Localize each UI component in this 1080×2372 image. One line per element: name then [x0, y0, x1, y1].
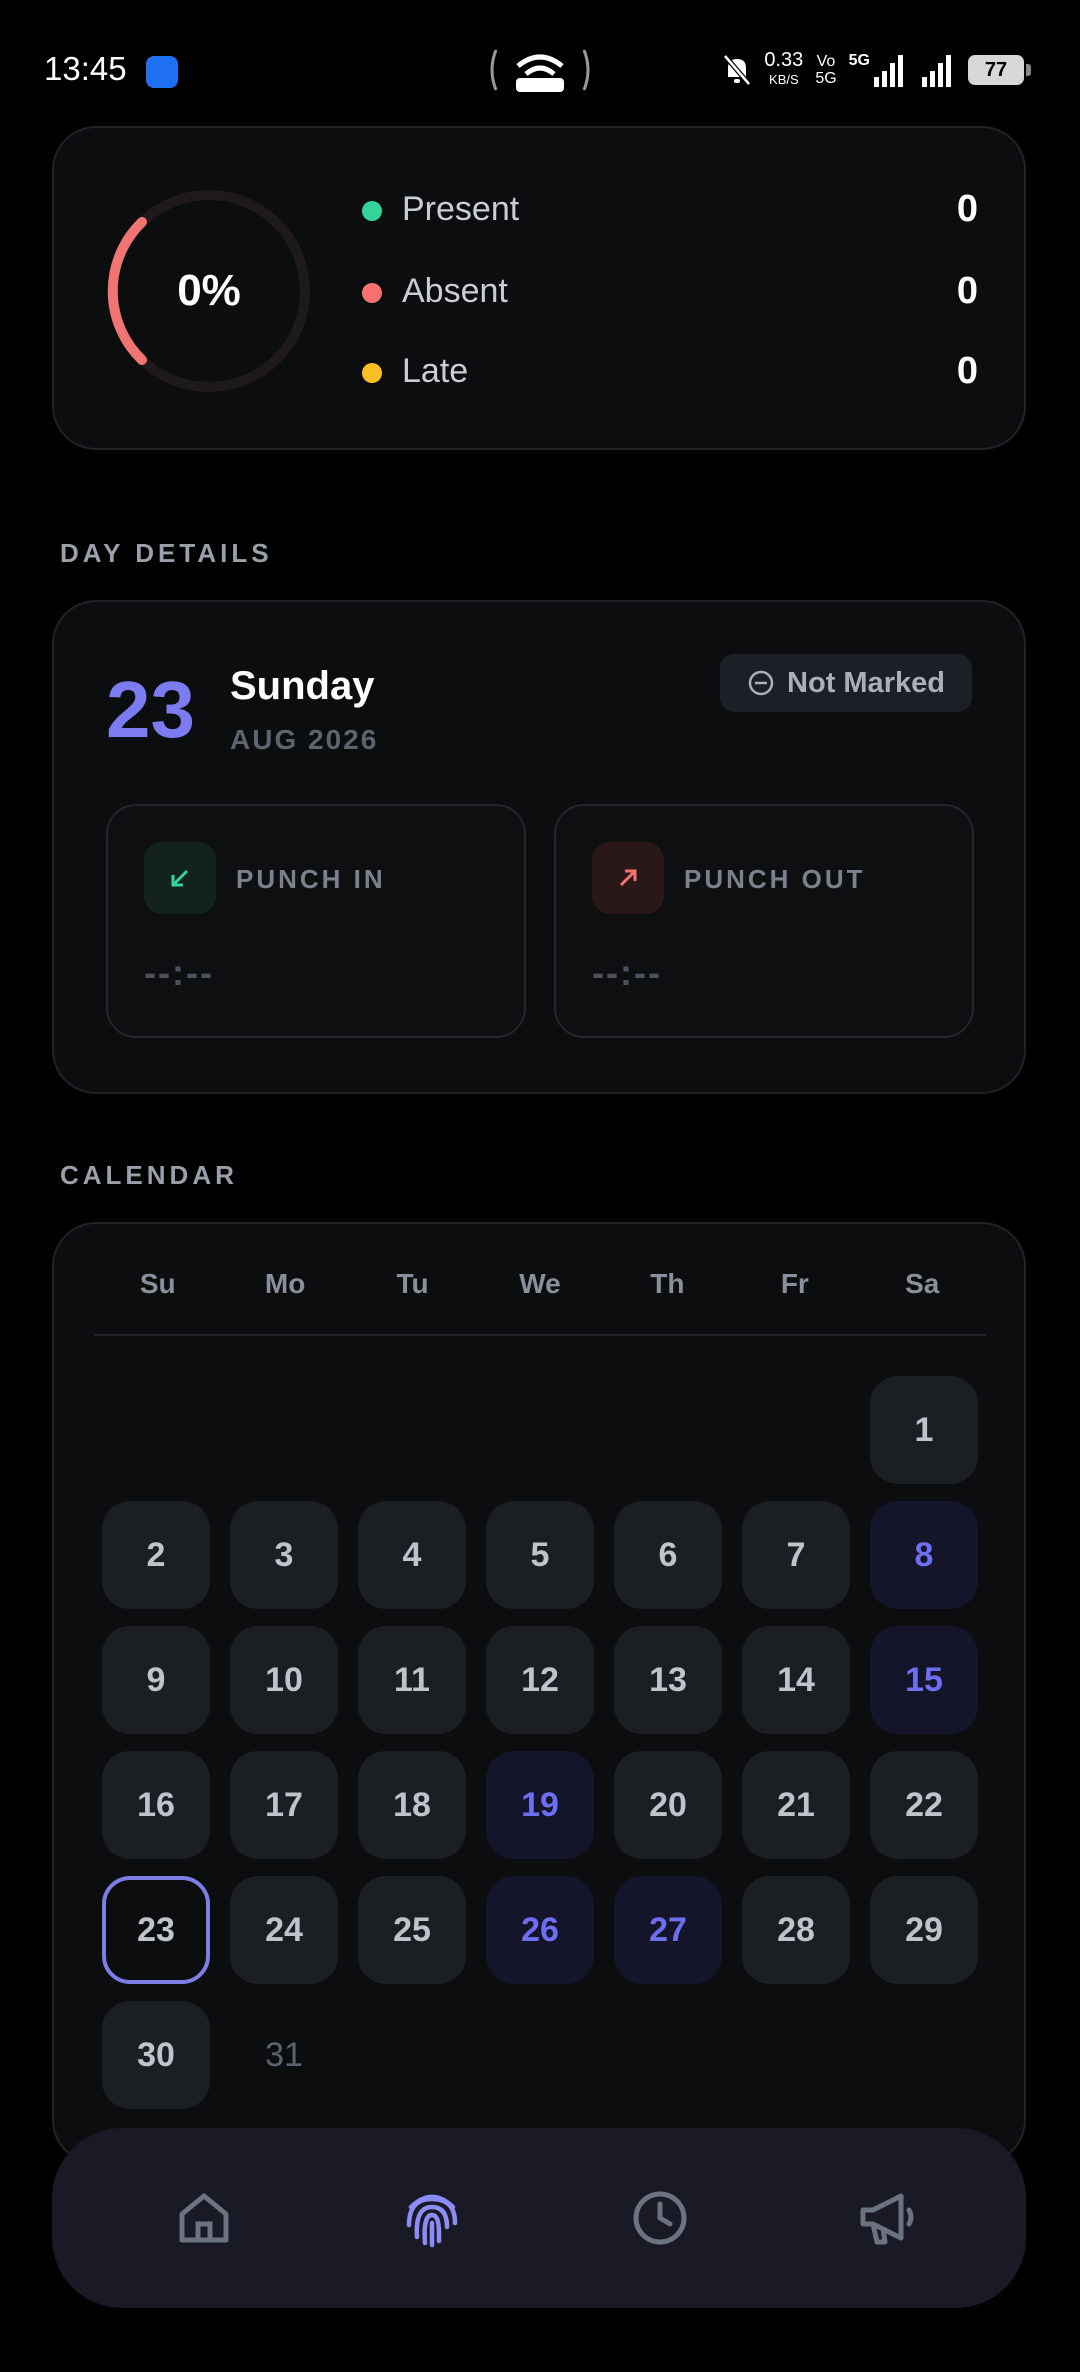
clock-icon	[633, 2191, 687, 2245]
calendar-day[interactable]: 31	[230, 2001, 338, 2109]
volte-label: Vo	[816, 53, 836, 70]
legend-value: 0	[956, 350, 978, 392]
arrow-down-left-icon	[171, 869, 189, 887]
nav-announcements[interactable]	[848, 2178, 928, 2258]
volte-label-2: 5G	[815, 70, 837, 87]
nav-history[interactable]	[620, 2178, 700, 2258]
calendar-day[interactable]: 23	[102, 1876, 210, 1984]
calendar-day[interactable]: 29	[870, 1876, 978, 1984]
present-dot	[362, 201, 382, 221]
home-icon	[179, 2193, 229, 2243]
calendar-day[interactable]: 20	[614, 1751, 722, 1859]
calendar-title: CALENDAR	[60, 1160, 238, 1190]
fingerprint-icon	[406, 2194, 458, 2248]
hotspot-icon	[490, 49, 590, 92]
absent-dot	[362, 283, 382, 303]
calendar-day[interactable]: 13	[614, 1626, 722, 1734]
late-dot	[362, 363, 382, 383]
legend-present: Present 0	[358, 186, 978, 236]
calendar-day[interactable]: 21	[742, 1751, 850, 1859]
arrow-up-right-icon	[619, 869, 637, 887]
calendar-divider	[94, 1334, 986, 1336]
calendar-day[interactable]: 14	[742, 1626, 850, 1734]
speed-unit: KB/S	[769, 72, 799, 87]
legend-absent: Absent 0	[358, 268, 978, 318]
signal-icon	[874, 55, 903, 87]
weekday-label: Th	[650, 1268, 685, 1299]
punch-in-time: --:--	[144, 952, 214, 993]
calendar-day[interactable]: 19	[486, 1751, 594, 1859]
selected-day-name: Sunday	[230, 664, 375, 708]
selected-month-year: AUG 2026	[230, 724, 379, 755]
calendar-day[interactable]: 17	[230, 1751, 338, 1859]
calendar-day[interactable]: 18	[358, 1751, 466, 1859]
weekday-label: Tu	[396, 1268, 429, 1299]
battery-icon: 77	[968, 55, 1031, 85]
nav-home[interactable]	[164, 2178, 244, 2258]
status-badge-label: Not Marked	[787, 666, 945, 699]
calendar-day[interactable]: 26	[486, 1876, 594, 1984]
calendar-day[interactable]: 25	[358, 1876, 466, 1984]
notification-app-icon	[146, 56, 178, 88]
selected-day-number: 23	[106, 665, 195, 754]
calendar-day[interactable]: 27	[614, 1876, 722, 1984]
calendar-day[interactable]: 6	[614, 1501, 722, 1609]
punch-in-label: PUNCH IN	[236, 864, 386, 894]
calendar-day[interactable]: 12	[486, 1626, 594, 1734]
calendar-day[interactable]: 5	[486, 1501, 594, 1609]
network-type: 5G	[848, 52, 870, 69]
status-badge: Not Marked	[720, 654, 972, 712]
weekday-label: We	[519, 1268, 561, 1299]
calendar-day[interactable]: 28	[742, 1876, 850, 1984]
signal-icon-2	[922, 55, 951, 87]
day-details-card: 23 Sunday AUG 2026 Not Marked PUNCH IN -…	[52, 600, 1026, 1094]
calendar-day[interactable]: 11	[358, 1626, 466, 1734]
legend-value: 0	[956, 270, 978, 312]
weekday-label: Mo	[264, 1268, 306, 1299]
legend-late: Late 0	[358, 348, 978, 398]
punch-out-label: PUNCH OUT	[684, 864, 866, 894]
calendar-day[interactable]: 30	[102, 2001, 210, 2109]
calendar-day[interactable]: 24	[230, 1876, 338, 1984]
nav-attendance[interactable]	[392, 2178, 472, 2258]
calendar-day[interactable]: 15	[870, 1626, 978, 1734]
calendar-day[interactable]: 9	[102, 1626, 210, 1734]
status-icons: 0.33 KB/S Vo 5G 5G 77	[722, 48, 1031, 92]
status-bar: 13:45 0.33 KB/S Vo 5G 5G 77	[0, 0, 1080, 130]
calendar-day[interactable]: 4	[358, 1501, 466, 1609]
calendar-day[interactable]: 16	[102, 1751, 210, 1859]
status-time: 13:45	[44, 50, 127, 87]
punch-in-icon-box	[144, 842, 216, 914]
calendar-day[interactable]: 8	[870, 1501, 978, 1609]
calendar-day[interactable]: 22	[870, 1751, 978, 1859]
weekday-label: Fr	[780, 1268, 809, 1299]
legend-value: 0	[956, 188, 978, 230]
punch-in-card: PUNCH IN --:--	[106, 804, 526, 1038]
attendance-summary-card: 0% Present 0 Absent 0 Late 0	[52, 126, 1026, 450]
legend-label: Present	[402, 190, 520, 228]
network-speed: 0.33 KB/S	[764, 50, 803, 90]
legend-label: Absent	[402, 272, 508, 310]
weekday-label: Su	[139, 1268, 176, 1299]
weekday-header: Su Mo Tu We Th Fr Sa	[94, 1268, 986, 1308]
calendar-day[interactable]: 3	[230, 1501, 338, 1609]
punch-out-icon-box	[592, 842, 664, 914]
calendar-day[interactable]: 10	[230, 1626, 338, 1734]
punch-out-card: PUNCH OUT --:--	[554, 804, 974, 1038]
volte-indicator: Vo 5G	[815, 53, 836, 87]
attendance-percent: 0%	[177, 266, 241, 315]
day-details-title: DAY DETAILS	[60, 538, 273, 568]
calendar-day[interactable]: 2	[102, 1501, 210, 1609]
legend-label: Late	[402, 352, 469, 390]
calendar-day[interactable]: 7	[742, 1501, 850, 1609]
calendar-card: Su Mo Tu We Th Fr Sa 1 2 3 4 5 6 7 8 9 10 11 12 13 14…	[52, 1222, 1026, 2164]
silent-bell-icon	[723, 54, 752, 86]
weekday-label: Sa	[905, 1268, 940, 1299]
megaphone-icon	[860, 2193, 914, 2245]
bottom-nav	[52, 2128, 1026, 2308]
calendar-day[interactable]: 1	[870, 1376, 978, 1484]
minus-circle-icon	[748, 670, 774, 696]
punch-out-time: --:--	[592, 952, 662, 993]
speed-value: 0.33	[764, 49, 804, 71]
